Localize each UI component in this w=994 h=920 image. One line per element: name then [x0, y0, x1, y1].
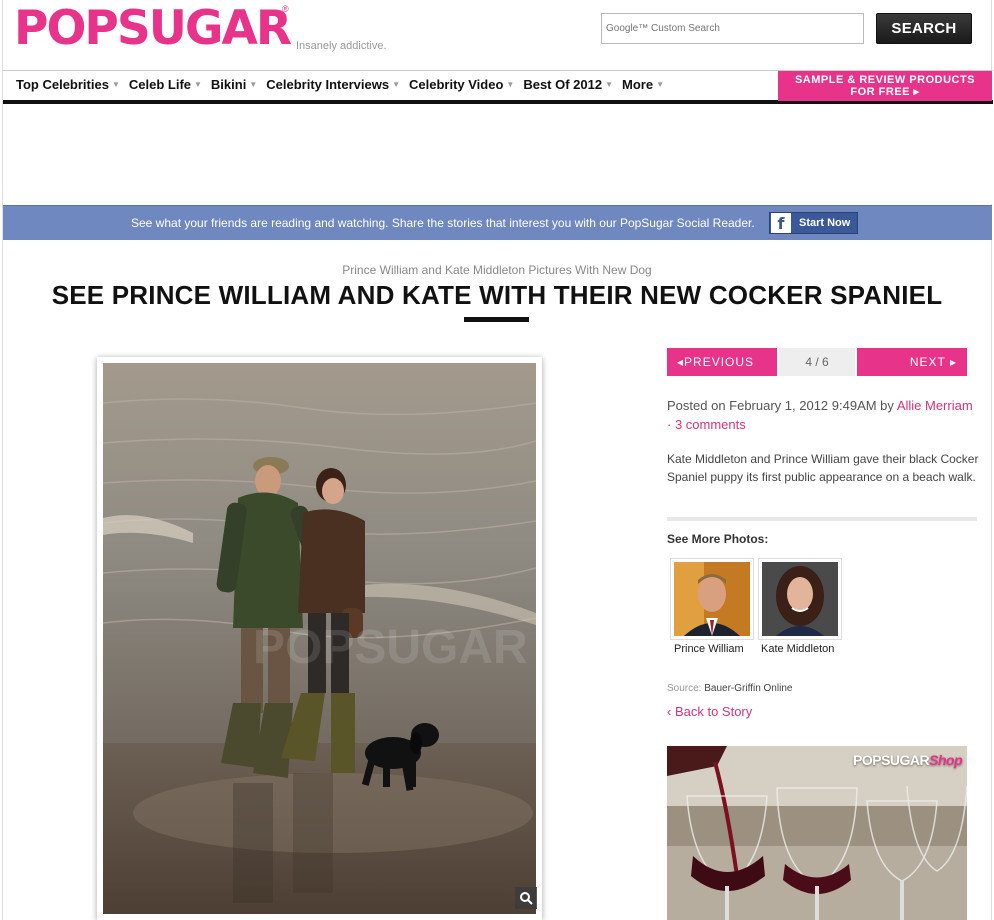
previous-button[interactable]: ◂PREVIOUS [667, 348, 777, 376]
caret-down-icon: ▼ [656, 80, 664, 89]
popsugar-logo[interactable]: POPSUGAR [14, 1, 292, 56]
nav-item-bikini[interactable]: Bikini ▼ [211, 77, 257, 92]
shop-logo-suffix: Shop [929, 752, 963, 768]
beach-walk-photo: POPSUGAR [103, 363, 536, 914]
thumb-label-prince-william[interactable]: Prince William [674, 643, 744, 655]
main-nav: Top Celebrities ▼ Celeb Life ▼ Bikini ▼ Cel… [3, 70, 993, 104]
logo-text: POPSUGAR [14, 1, 292, 56]
svg-text:POPSUGAR: POPSUGAR [253, 621, 528, 674]
nav-item-celebrity-interviews[interactable]: Celebrity Interviews ▼ [266, 77, 400, 92]
search-button[interactable]: SEARCH [876, 13, 972, 44]
back-to-story-link[interactable]: ‹ Back to Story [667, 704, 752, 719]
thumb-label-kate-middleton[interactable]: Kate Middleton [761, 643, 834, 655]
next-button[interactable]: NEXT ▸ [857, 348, 967, 376]
sidebar-divider [667, 517, 977, 521]
popsugar-shop-ad[interactable]: POPSUGARShop [667, 746, 967, 920]
wine-glasses-image [667, 746, 967, 920]
author-link[interactable]: Allie Merriam [897, 398, 973, 413]
posted-date: Posted on February 1, 2012 9:49AM by [667, 398, 897, 413]
start-now-button[interactable]: f Start Now [769, 212, 858, 234]
promo-line-1: SAMPLE & REVIEW PRODUCTS [794, 74, 976, 86]
kate-middleton-photo [762, 562, 838, 636]
page-counter: 4 / 6 [779, 348, 855, 376]
ad-space [3, 104, 992, 204]
photo-description: Kate Middleton and Prince William gave t… [667, 452, 979, 484]
photo-frame: POPSUGAR [97, 357, 542, 920]
main-photo[interactable]: POPSUGAR [103, 363, 536, 914]
prince-william-photo [674, 562, 750, 636]
article-breadcrumb[interactable]: Prince William and Kate Middleton Pictur… [0, 263, 994, 277]
caret-down-icon: ▼ [111, 80, 120, 89]
registered-mark: ® [282, 4, 289, 14]
caret-down-icon: ▼ [249, 80, 258, 89]
title-divider [464, 317, 529, 322]
source-label: Source: [667, 683, 702, 694]
facebook-icon: f [771, 213, 791, 233]
see-more-heading: See More Photos: [667, 532, 769, 546]
nav-item-more[interactable]: More ▼ [622, 77, 664, 92]
nav-item-celeb-life[interactable]: Celeb Life ▼ [129, 77, 202, 92]
caret-down-icon: ▼ [194, 80, 202, 89]
comments-separator: · [667, 417, 675, 432]
tagline: Insanely addictive. [296, 40, 387, 52]
nav-item-celebrity-video[interactable]: Celebrity Video ▼ [409, 77, 514, 92]
shop-logo: POPSUGARShop [853, 752, 963, 768]
sample-review-promo[interactable]: SAMPLE & REVIEW PRODUCTS FOR FREE ▸ [778, 71, 992, 101]
comments-link[interactable]: 3 comments [675, 417, 746, 432]
search-box[interactable] [601, 13, 864, 44]
thumb-kate-middleton[interactable] [758, 558, 842, 640]
thumb-prince-william[interactable] [670, 558, 754, 640]
nav-item-top-celebrities[interactable]: Top Celebrities ▼ [16, 77, 120, 92]
shop-logo-brand: POPSUGAR [853, 752, 930, 768]
page-title: SEE PRINCE WILLIAM AND KATE WITH THEIR N… [51, 280, 943, 310]
post-meta: Posted on February 1, 2012 9:49AM by All… [667, 396, 982, 434]
slideshow-pager: ◂PREVIOUS 4 / 6 NEXT ▸ [667, 348, 967, 376]
caret-down-icon: ▼ [506, 80, 515, 89]
zoom-icon[interactable] [515, 887, 537, 909]
social-reader-bar: See what your friends are reading and wa… [3, 205, 992, 240]
caret-down-icon: ▼ [392, 80, 400, 89]
social-reader-text: See what your friends are reading and wa… [131, 216, 755, 230]
photo-source: Source: Bauer-Griffin Online [667, 683, 792, 694]
promo-line-2: FOR FREE ▸ [850, 86, 920, 98]
nav-item-best-of-2012[interactable]: Best Of 2012 ▼ [523, 77, 613, 92]
search-input[interactable] [606, 14, 863, 43]
caret-down-icon: ▼ [605, 80, 614, 89]
start-now-label: Start Now [799, 217, 851, 229]
source-value: Bauer-Griffin Online [704, 683, 793, 694]
